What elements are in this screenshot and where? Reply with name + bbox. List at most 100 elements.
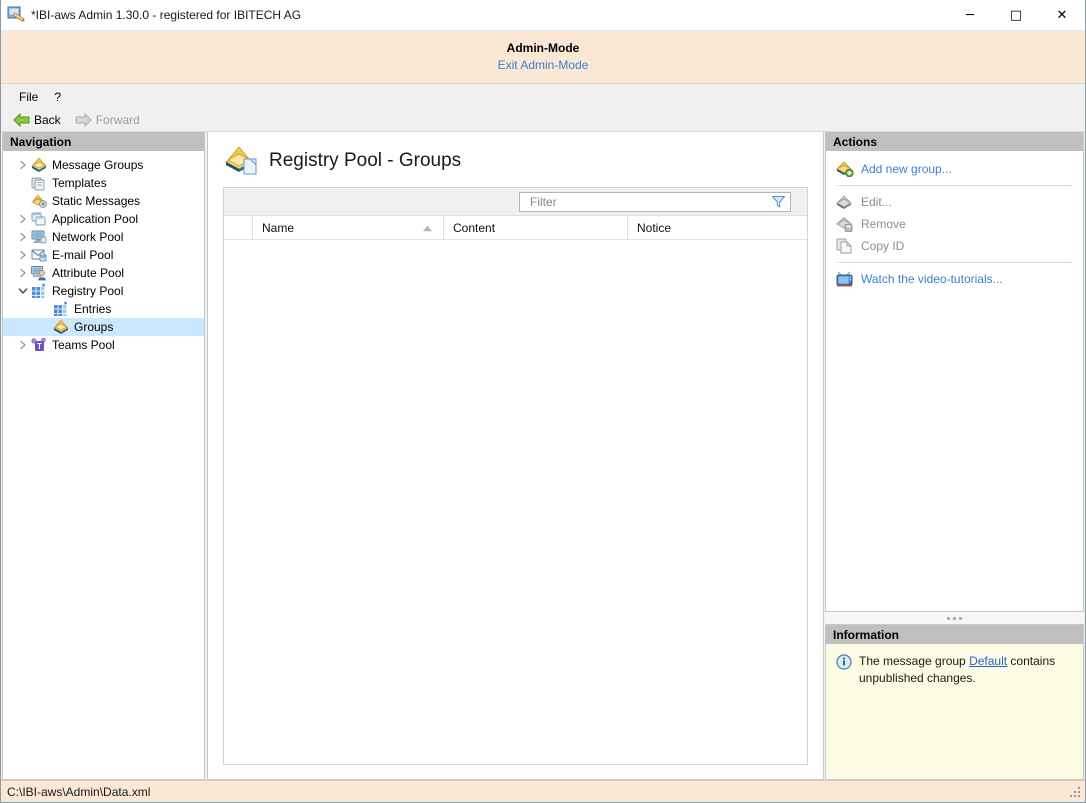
static-messages-icon <box>31 193 47 209</box>
sidebar-item-label: Registry Pool <box>52 284 123 298</box>
sidebar-item-label: Teams Pool <box>52 338 115 352</box>
grid-header-row: Name Content Notice <box>224 216 807 240</box>
grid-column-header-name[interactable]: Name <box>252 216 443 239</box>
action-edit: Edit... <box>826 191 1083 213</box>
groups-icon <box>53 319 69 335</box>
attribute-pool-icon <box>31 265 47 281</box>
action-label: Add new group... <box>861 162 952 176</box>
filter-box[interactable] <box>519 192 791 212</box>
splitter-dot <box>953 617 956 620</box>
data-grid: Name Content Notice <box>223 187 808 765</box>
content-header: Registry Pool - Groups <box>208 132 823 187</box>
back-button[interactable]: Back <box>9 112 65 128</box>
forward-label: Forward <box>96 113 140 127</box>
grid-column-header-content[interactable]: Content <box>443 216 627 239</box>
action-copy-id: Copy ID <box>826 235 1083 257</box>
status-path: C:\IBI-aws\Admin\Data.xml <box>7 785 150 799</box>
menu-help[interactable]: ? <box>46 87 69 107</box>
sidebar-item-network-pool[interactable]: Network Pool <box>3 228 204 246</box>
grid-column-label: Notice <box>637 221 671 235</box>
panel-splitter[interactable] <box>825 612 1084 624</box>
chevron-down-icon[interactable] <box>15 282 31 300</box>
grid-body[interactable] <box>224 240 807 764</box>
remove-icon <box>836 216 854 232</box>
menu-bar: File ? <box>1 84 1085 109</box>
expander-spacer <box>37 300 53 318</box>
sidebar-item-static-messages[interactable]: Static Messages <box>3 192 204 210</box>
actions-panel: Actions Add new group... Edit... Remove … <box>825 132 1084 612</box>
app-icon <box>7 6 25 24</box>
minimize-button[interactable]: ─ <box>947 0 993 31</box>
sidebar-item-label: Message Groups <box>52 158 143 172</box>
status-bar: C:\IBI-aws\Admin\Data.xml <box>1 780 1085 802</box>
sidebar-item-application-pool[interactable]: Application Pool <box>3 210 204 228</box>
registry-pool-icon <box>31 283 47 299</box>
body-region: Navigation Message Groups Templates Stat… <box>1 132 1085 780</box>
sidebar-item-teams-pool[interactable]: T Teams Pool <box>3 336 204 354</box>
sidebar-item-e-mail-pool[interactable]: E-mail Pool <box>3 246 204 264</box>
filter-bar <box>224 188 807 216</box>
entries-icon <box>53 301 69 317</box>
action-watch-the-video-tutorials[interactable]: Watch the video-tutorials... <box>826 268 1083 290</box>
action-label: Remove <box>861 217 906 231</box>
sort-ascending-icon <box>422 221 433 235</box>
back-arrow-icon <box>13 113 30 127</box>
groups-large-icon <box>224 145 258 177</box>
menu-file[interactable]: File <box>11 87 46 107</box>
chevron-right-icon[interactable] <box>15 228 31 246</box>
information-link[interactable]: Default <box>969 654 1007 668</box>
actions-panel-header: Actions <box>826 132 1083 151</box>
actions-list: Add new group... Edit... Remove Copy ID … <box>826 151 1083 611</box>
sidebar-item-registry-pool[interactable]: Registry Pool <box>3 282 204 300</box>
splitter-dot <box>947 617 950 620</box>
action-separator <box>837 262 1072 263</box>
sidebar-item-groups[interactable]: Groups <box>3 318 204 336</box>
right-column: Actions Add new group... Edit... Remove … <box>825 132 1084 780</box>
close-button[interactable]: ✕ <box>1039 0 1085 31</box>
sidebar-item-attribute-pool[interactable]: Attribute Pool <box>3 264 204 282</box>
information-text-before: The message group <box>859 654 969 668</box>
window-title: *IBI-aws Admin 1.30.0 - registered for I… <box>31 8 301 22</box>
chevron-right-icon[interactable] <box>15 336 31 354</box>
svg-text:T: T <box>37 342 42 351</box>
action-separator <box>837 185 1072 186</box>
action-label: Watch the video-tutorials... <box>861 272 1003 286</box>
sidebar-item-entries[interactable]: Entries <box>3 300 204 318</box>
back-label: Back <box>34 113 61 127</box>
navigation-toolbar: Back Forward <box>1 109 1085 132</box>
add-group-icon <box>836 161 854 177</box>
tv-icon <box>836 271 854 287</box>
chevron-right-icon[interactable] <box>15 210 31 228</box>
sidebar-item-message-groups[interactable]: Message Groups <box>3 156 204 174</box>
window-controls: ─ □ ✕ <box>947 0 1085 31</box>
teams-pool-icon: T <box>31 337 47 353</box>
sidebar-item-label: Attribute Pool <box>52 266 124 280</box>
grid-column-header-selector[interactable] <box>224 216 252 239</box>
network-pool-icon <box>31 229 47 245</box>
navigation-tree[interactable]: Message Groups Templates Static Messages… <box>3 151 204 779</box>
splitter-dot <box>959 617 962 620</box>
exit-admin-mode-link[interactable]: Exit Admin-Mode <box>498 56 589 74</box>
information-panel-header: Information <box>826 625 1083 644</box>
grid-column-label: Content <box>453 221 495 235</box>
forward-arrow-icon <box>75 113 92 127</box>
action-add-new-group[interactable]: Add new group... <box>826 158 1083 180</box>
chevron-right-icon[interactable] <box>15 264 31 282</box>
sidebar-item-templates[interactable]: Templates <box>3 174 204 192</box>
grid-column-header-notice[interactable]: Notice <box>627 216 807 239</box>
title-bar: *IBI-aws Admin 1.30.0 - registered for I… <box>1 0 1085 31</box>
application-pool-icon <box>31 211 47 227</box>
email-pool-icon <box>31 247 47 263</box>
chevron-right-icon[interactable] <box>15 246 31 264</box>
page-title: Registry Pool - Groups <box>269 150 461 172</box>
filter-input[interactable] <box>528 194 771 210</box>
information-body: The message group Default contains unpub… <box>826 644 1083 779</box>
maximize-button[interactable]: □ <box>993 0 1039 31</box>
resize-grip-icon[interactable] <box>1068 785 1082 799</box>
sidebar-item-label: Entries <box>74 302 111 316</box>
sidebar-item-label: Groups <box>74 320 113 334</box>
funnel-icon[interactable] <box>771 194 786 209</box>
chevron-right-icon[interactable] <box>15 156 31 174</box>
forward-button: Forward <box>71 112 144 128</box>
sidebar-item-label: E-mail Pool <box>52 248 113 262</box>
